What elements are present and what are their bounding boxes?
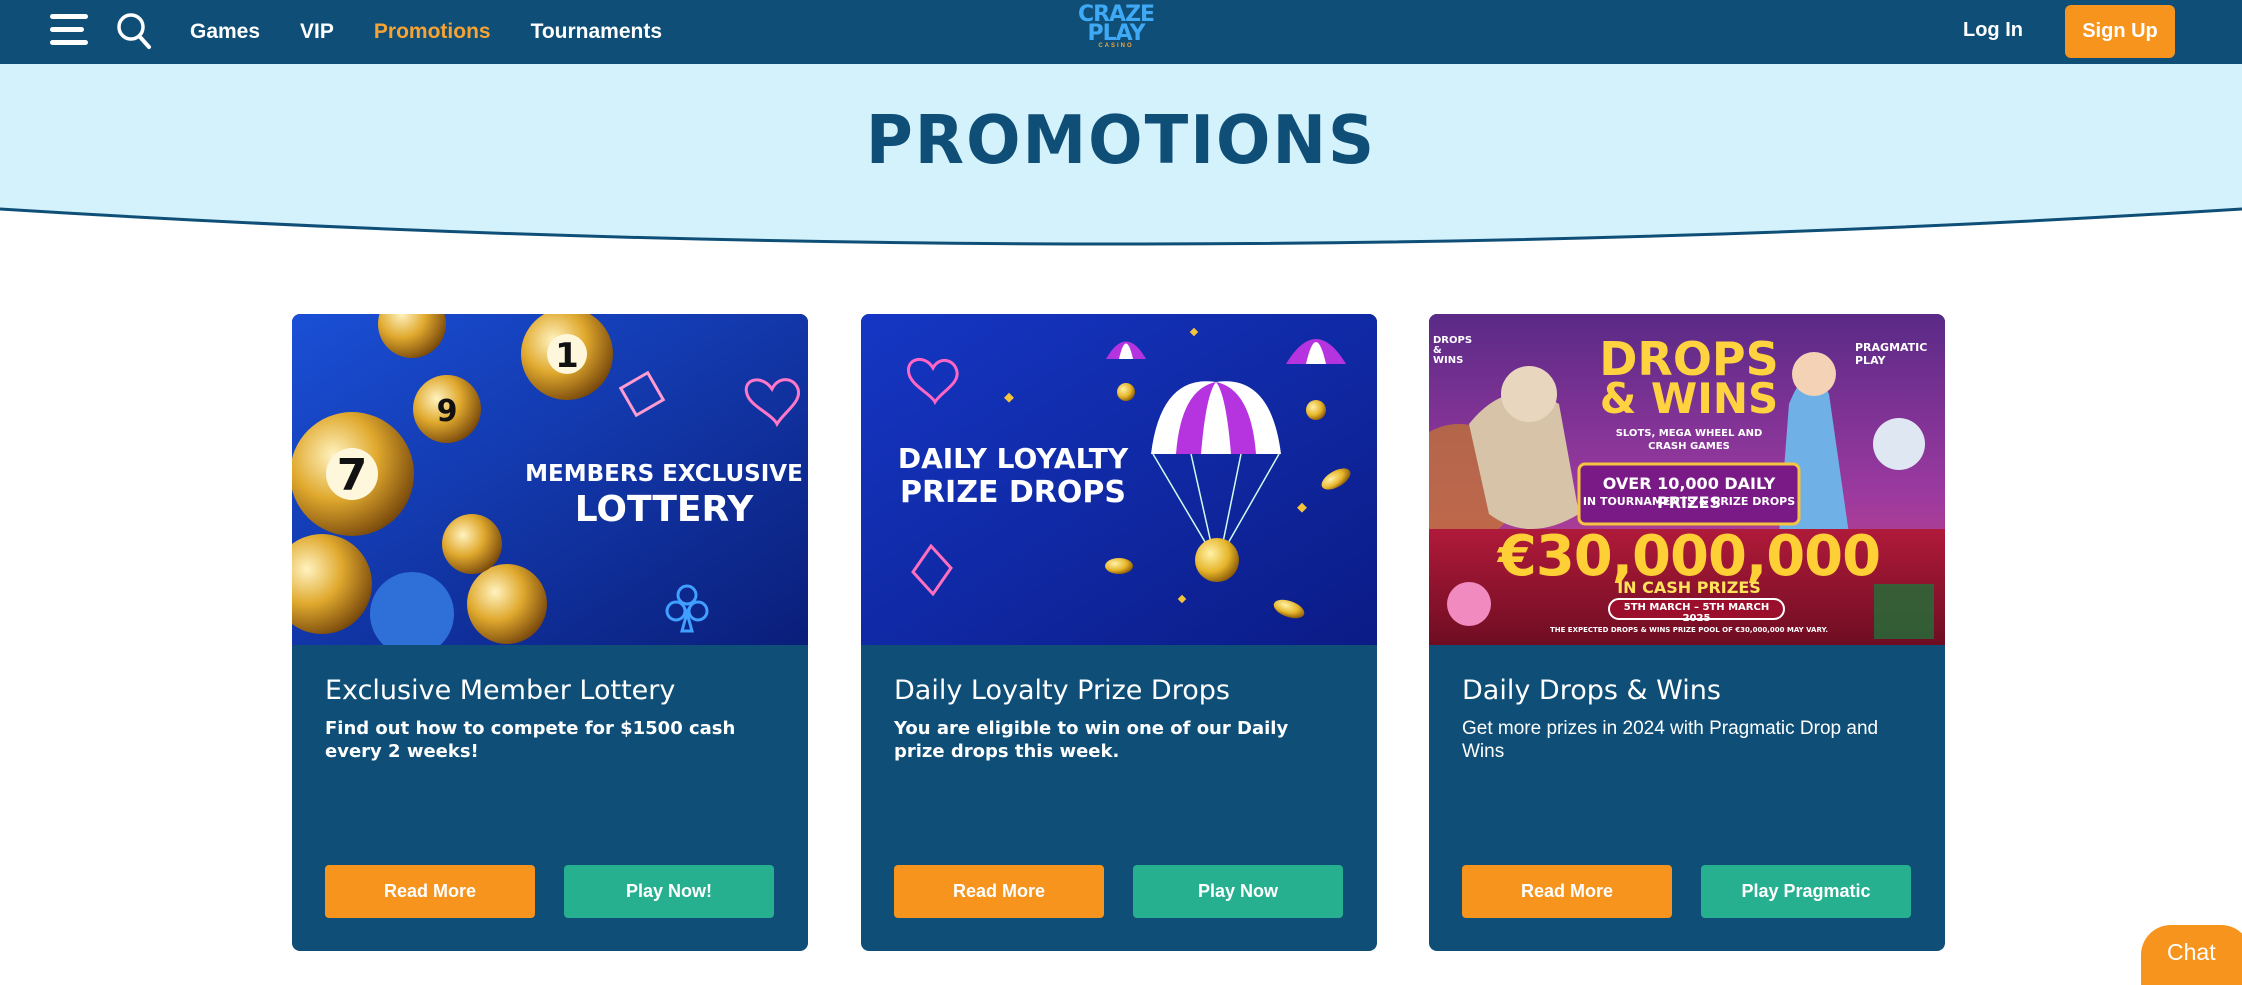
signup-button[interactable]: Sign Up — [2065, 5, 2175, 58]
top-nav: Games VIP Promotions Tournaments CRAZE P… — [0, 0, 2242, 64]
promo-card-drops-wins: DROPS & WINS PRAGMATIC PLAY DROPS & WINS… — [1429, 314, 1945, 951]
drops-wins-badge: DROPS & WINS — [1433, 335, 1473, 366]
prize-drops-image-line-1: DAILY LOYALTY — [897, 442, 1129, 475]
chat-button[interactable]: Chat — [2141, 925, 2242, 985]
login-link[interactable]: Log In — [1963, 19, 2023, 42]
nav-link-vip[interactable]: VIP — [300, 20, 334, 44]
read-more-button[interactable]: Read More — [1462, 865, 1672, 918]
search-icon[interactable] — [116, 12, 152, 50]
nav-link-promotions[interactable]: Promotions — [374, 20, 491, 44]
promo-card-lottery: 7 1 9 MEMBERS EXCLUSIVE LOTTERY Exclusiv… — [292, 314, 808, 951]
card-description: You are eligible to win one of our Daily… — [894, 718, 1289, 762]
drops-wins-cash-label: IN CASH PRIZES — [1617, 578, 1761, 597]
logo-line-2: PLAY — [1087, 21, 1146, 46]
prize-drops-image-caption: DAILY LOYALTY PRIZE DROPS — [883, 442, 1143, 510]
site-logo[interactable]: CRAZE PLAY CASINO — [1076, 4, 1156, 56]
svg-text:1: 1 — [555, 336, 579, 376]
lottery-image-caption: MEMBERS EXCLUSIVE LOTTERY — [524, 461, 804, 530]
drops-wins-subtitle: SLOTS, MEGA WHEEL AND CRASH GAMES — [1615, 428, 1763, 452]
drops-wins-image-text: DROPS & WINS PRAGMATIC PLAY DROPS & WINS… — [1429, 314, 1945, 645]
promo-card-prize-drops: DAILY LOYALTY PRIZE DROPS Daily Loyalty … — [861, 314, 1377, 951]
read-more-button[interactable]: Read More — [894, 865, 1104, 918]
menu-icon[interactable] — [48, 12, 90, 48]
nav-link-tournaments[interactable]: Tournaments — [531, 20, 662, 44]
drops-wins-prizes-2: IN TOURNAMENTS & PRIZE DROPS — [1582, 495, 1796, 508]
lottery-image-line-1: MEMBERS EXCLUSIVE — [525, 461, 803, 487]
hero-banner: PROMOTIONS — [0, 64, 2242, 264]
play-now-button[interactable]: Play Now — [1133, 865, 1343, 918]
nav-link-games[interactable]: Games — [190, 20, 260, 44]
nav-links: Games VIP Promotions Tournaments — [190, 0, 662, 64]
page-title: PROMOTIONS — [865, 102, 1377, 180]
lottery-image-line-2: LOTTERY — [574, 489, 754, 530]
card-description: Get more prizes in 2024 with Pragmatic D… — [1462, 718, 1879, 762]
read-more-button[interactable]: Read More — [325, 865, 535, 918]
card-title: Daily Loyalty Prize Drops — [894, 675, 1230, 706]
play-now-button[interactable]: Play Now! — [564, 865, 774, 918]
card-title: Exclusive Member Lottery — [325, 675, 676, 706]
svg-text:7: 7 — [337, 450, 368, 501]
svg-text:9: 9 — [437, 394, 458, 429]
drops-wins-fine-print: THE EXPECTED DROPS & WINS PRIZE POOL OF … — [1549, 626, 1829, 634]
drops-wins-headline-2: & WINS — [1599, 374, 1779, 423]
drops-wins-dates: 5TH MARCH – 5TH MARCH 2025 — [1623, 602, 1770, 624]
card-description: Find out how to compete for $1500 cash e… — [325, 718, 736, 762]
pragmatic-play-logo: PRAGMATIC PLAY — [1855, 341, 1928, 367]
play-pragmatic-button[interactable]: Play Pragmatic — [1701, 865, 1911, 918]
prize-drops-image-line-2: PRIZE DROPS — [899, 475, 1127, 510]
card-title: Daily Drops & Wins — [1462, 675, 1721, 706]
